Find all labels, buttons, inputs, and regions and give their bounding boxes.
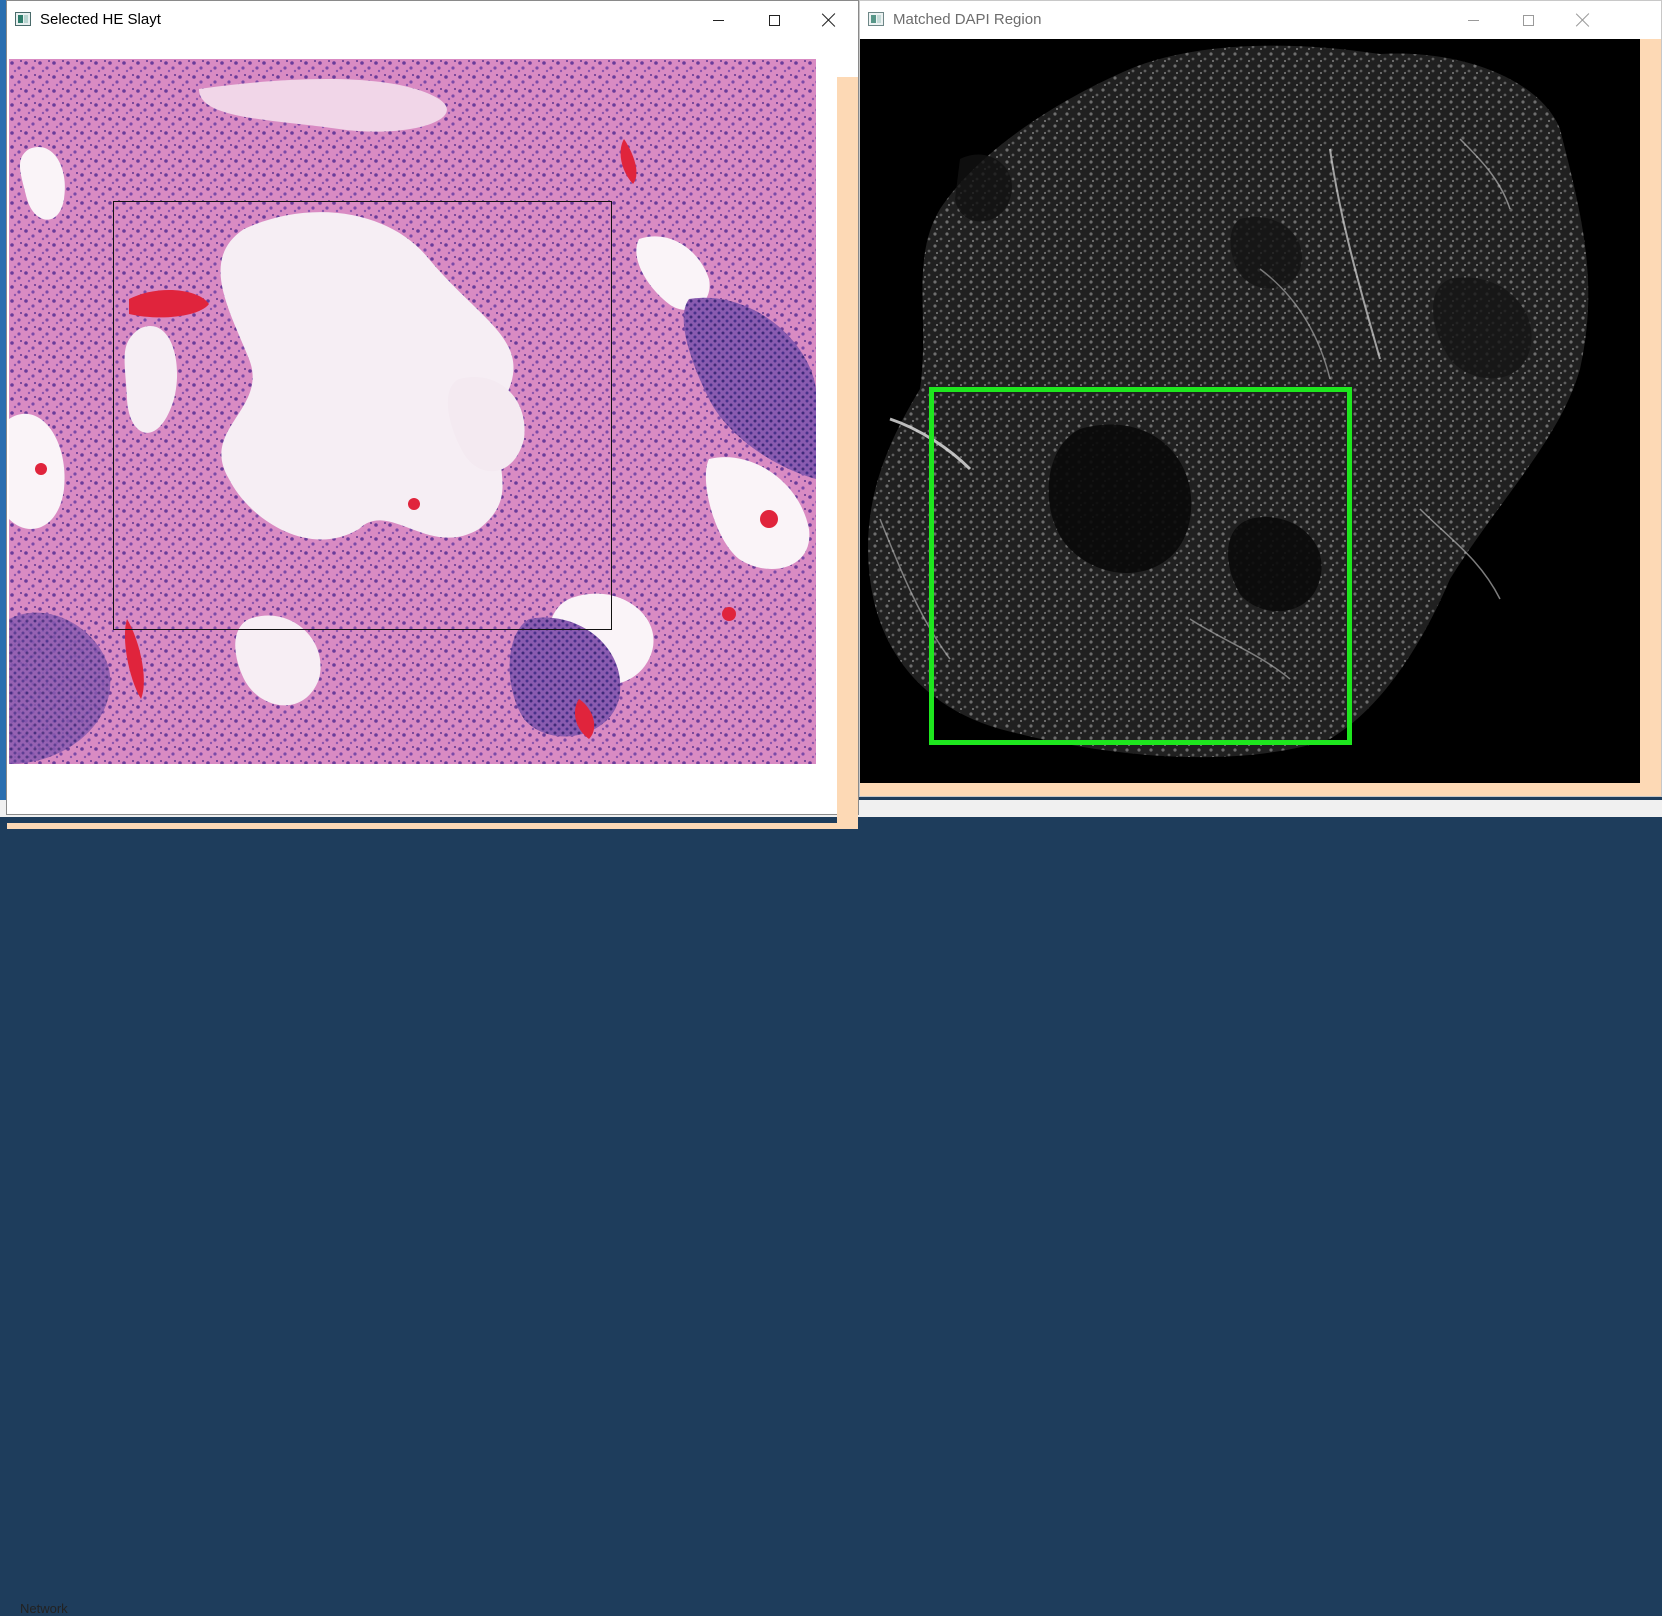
close-button[interactable] bbox=[1560, 1, 1606, 39]
he-slide-window: Selected HE Slayt bbox=[6, 0, 859, 829]
app-window-icon bbox=[15, 12, 31, 26]
minimize-icon bbox=[712, 19, 724, 21]
canvas-background bbox=[837, 77, 858, 829]
dapi-window-title: Matched DAPI Region bbox=[893, 11, 1042, 28]
close-icon bbox=[822, 13, 836, 27]
he-stained-tissue-image[interactable] bbox=[9, 59, 816, 764]
he-selection-rectangle[interactable] bbox=[113, 201, 612, 630]
maximize-icon bbox=[768, 14, 780, 26]
close-icon bbox=[1576, 13, 1590, 27]
dapi-fluorescence-image[interactable] bbox=[860, 39, 1640, 783]
dapi-window-client bbox=[860, 39, 1661, 796]
minimize-button[interactable] bbox=[1450, 1, 1496, 39]
maximize-button[interactable] bbox=[751, 1, 797, 39]
he-window-titlebar[interactable]: Selected HE Slayt bbox=[7, 1, 858, 39]
minimize-icon bbox=[1467, 19, 1479, 21]
dapi-window-titlebar[interactable]: Matched DAPI Region bbox=[860, 1, 1661, 39]
canvas-background bbox=[7, 823, 858, 829]
dapi-matched-region-box[interactable] bbox=[929, 387, 1352, 745]
maximize-icon bbox=[1522, 14, 1534, 26]
maximize-button[interactable] bbox=[1505, 1, 1551, 39]
app-window-icon bbox=[868, 12, 884, 26]
he-window-client bbox=[7, 39, 858, 829]
dapi-region-window: Matched DAPI Region bbox=[859, 0, 1662, 797]
he-window-title: Selected HE Slayt bbox=[40, 11, 161, 28]
close-button[interactable] bbox=[806, 1, 852, 39]
taskbar-item-network[interactable]: Network bbox=[20, 1601, 68, 1616]
minimize-button[interactable] bbox=[695, 1, 741, 39]
